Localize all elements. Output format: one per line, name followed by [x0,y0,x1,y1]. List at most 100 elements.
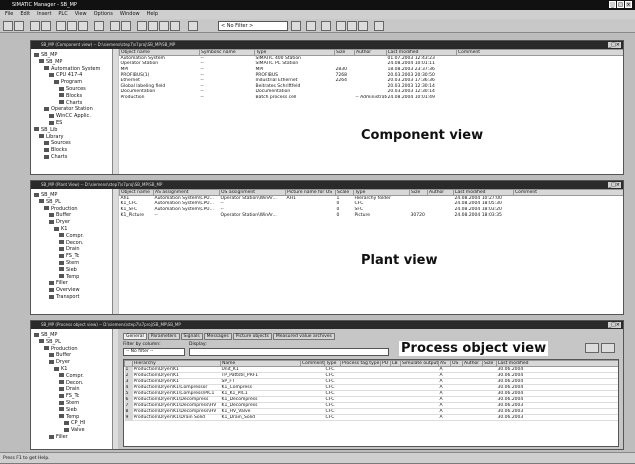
filter-dropdown-icon[interactable] [291,21,301,31]
tree-node[interactable]: CP_HI [64,420,85,426]
window-controls-icon[interactable]: _□× [607,322,621,328]
cut-icon[interactable] [56,21,66,31]
tree-node[interactable]: Buffer [49,352,71,358]
tree-node[interactable]: Transport [49,294,79,300]
tree-node[interactable]: Valve [64,427,85,433]
filter-by-column-select[interactable]: -- No filter -- [123,348,185,356]
tree-node[interactable]: Production [44,346,78,352]
tab-parameters[interactable]: Parameters [147,333,180,340]
tree-node[interactable]: Drain [59,386,80,392]
object-filter-select[interactable]: < No Filter > [218,21,288,31]
tree-node[interactable]: Library [39,134,63,140]
column-header[interactable]: Simulate outputs [400,360,439,367]
tree-node[interactable]: SB_MP [34,332,57,338]
column-header[interactable]: Process tag type [340,360,381,367]
window-controls-icon[interactable]: _□× [607,42,621,48]
menu-file[interactable]: File [5,10,13,19]
tree-node[interactable]: Overview [49,287,80,293]
tree-node[interactable]: Buffer [49,212,71,218]
maximize-icon[interactable]: □ [617,1,624,8]
tree-node[interactable]: Decon. [59,380,84,386]
column-header[interactable]: Picture name for OS [285,189,336,196]
tab-signals[interactable]: Signals [180,333,203,340]
tree-node[interactable]: Sources [44,140,71,146]
copy-icon[interactable] [67,21,77,31]
table-row[interactable]: 9 Production\Dryer\K1\Drain Solid K1_Drain… [124,414,618,421]
tree-node[interactable]: SB_PL [39,339,61,345]
tab-picture-objects[interactable]: Picture objects [232,333,272,340]
tree-node[interactable]: SB_MP [39,59,62,65]
filter-icon[interactable] [306,21,316,31]
component-tree[interactable]: SB_MP SB_MP Automation System CPU 417-4 Prog… [31,49,118,174]
search-down-icon[interactable] [601,343,615,353]
tree-node[interactable]: CPU 417-4 [49,72,82,78]
menu-help[interactable]: Help [147,10,158,19]
cascade-icon[interactable] [336,21,346,31]
tree-scrollbar[interactable] [112,329,118,449]
tree-node[interactable]: Sieb [59,267,77,273]
tree-node[interactable]: Program [54,79,82,85]
details-icon[interactable] [170,21,180,31]
tree-node[interactable]: Charts [44,154,67,160]
tree-node[interactable]: Charts [59,100,82,106]
tree-node[interactable]: Production [44,206,78,212]
tree-scrollbar[interactable] [112,49,118,174]
menu-view[interactable]: View [75,10,87,19]
tree-node[interactable]: Blocks [44,147,67,153]
tree-node[interactable]: Compr. [59,373,84,379]
tab-measured-value-archives[interactable]: Measured value archives [272,333,335,340]
online-icon[interactable] [110,21,120,31]
tree-node[interactable]: Decon. [59,240,84,246]
tree-node[interactable]: Drain [59,246,80,252]
menu-plc[interactable]: PLC [58,10,67,19]
tree-node[interactable]: Operator Station [44,106,93,112]
large-icons-icon[interactable] [137,21,147,31]
tree-node[interactable]: Automation System [44,66,100,72]
tab-general[interactable]: General [123,333,147,340]
tree-node[interactable]: Sources [59,86,86,92]
plant-tree[interactable]: SB_MP SB_PL Production Buffer Dryer K1 Compr. D… [31,189,118,314]
new-icon[interactable] [3,21,13,31]
small-icons-icon[interactable] [148,21,158,31]
menu-insert[interactable]: Insert [37,10,51,19]
menu-edit[interactable]: Edit [20,10,30,19]
help-icon[interactable] [374,21,384,31]
tree-node[interactable]: SB_MP [34,52,57,58]
tree-node[interactable]: SB_PL [39,199,61,205]
tab-messages[interactable]: Messages [203,333,232,340]
tree-node[interactable]: SB_Lib [34,127,57,133]
tree-node[interactable]: Dryer [49,219,70,225]
tree-node[interactable]: Sieb [59,407,77,413]
tree-node[interactable]: Filler [49,280,68,286]
simulation-icon[interactable] [321,21,331,31]
memory-card-icon[interactable] [41,21,51,31]
tree-scrollbar[interactable] [112,189,118,314]
tree-node[interactable]: Filler [49,434,68,440]
close-icon[interactable]: × [625,1,632,8]
menu-options[interactable]: Options [94,10,113,19]
arrange-icon[interactable] [358,21,368,31]
column-header[interactable]: Comment [300,360,325,367]
tree-node[interactable]: Temp [59,414,79,420]
process-tree[interactable]: SB_MP SB_PL Production Buffer Dryer K1 Compr. D… [31,329,118,449]
tree-node[interactable]: Blocks [59,93,82,99]
open-icon[interactable] [14,21,24,31]
tree-node[interactable]: FS_Tc [59,393,79,399]
table-row[interactable]: K1_Picture -- Operator Station\WinAr... 0 Pi… [120,212,624,218]
tree-node[interactable]: Temp [59,274,79,280]
tree-node[interactable]: SB_MP [34,192,57,198]
table-row[interactable]: Production -- Batch process cell -- Adminis… [120,95,624,101]
tree-node[interactable]: FS_Tc [59,253,79,259]
menu-window[interactable]: Window [120,10,140,19]
paste-icon[interactable] [78,21,88,31]
tree-node[interactable]: Dryer [49,359,70,365]
search-up-icon[interactable] [585,343,599,353]
tree-node[interactable]: Stern [59,400,79,406]
minimize-icon[interactable]: _ [609,1,616,8]
column-header[interactable]: Object name [119,189,154,196]
tree-node[interactable]: ES [49,120,62,126]
up-one-level-icon[interactable] [188,21,198,31]
list-icon[interactable] [159,21,169,31]
tile-icon[interactable] [347,21,357,31]
download-icon[interactable] [94,21,104,31]
